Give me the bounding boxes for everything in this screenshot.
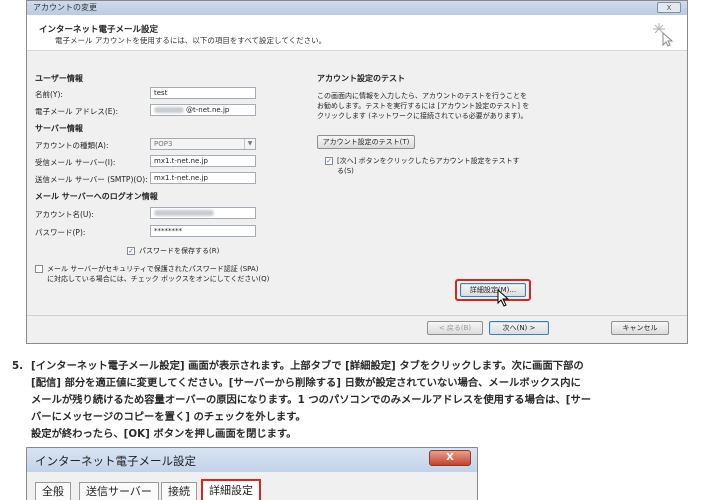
account-type-select[interactable]: POP3 ▼: [150, 138, 256, 150]
logon-info-heading: メール サーバーへのログオン情報: [35, 192, 158, 201]
incoming-server-label: 受信メール サーバー(I):: [35, 158, 116, 167]
spa-label-2: に対応している場合には、チェック ボックスをオンにしてください(Q): [47, 275, 270, 283]
incoming-server-field[interactable]: mx1.t-net.ne.jp: [150, 155, 256, 167]
dialog-titlebar: アカウントの変更 X: [27, 1, 687, 15]
test-account-button[interactable]: アカウント設定のテスト(T): [317, 135, 415, 149]
spa-checkbox[interactable]: [35, 265, 43, 273]
spa-label-1: メール サーバーがセキュリティで保護されたパスワード認証 (SPA): [47, 265, 259, 273]
redacted-mask: [154, 210, 214, 216]
more-settings-button[interactable]: 詳細設定(M)...: [460, 283, 526, 297]
save-password-label: パスワードを保存する(R): [139, 247, 220, 255]
test-on-next-label-1: [次へ] ボタンをクリックしたらアカウント設定をテストす: [337, 157, 520, 165]
email-field[interactable]: @t-net.ne.jp: [150, 104, 256, 116]
test-on-next-checkbox[interactable]: ✓: [325, 157, 333, 165]
chevron-down-icon: ▼: [244, 139, 255, 149]
password-field[interactable]: ********: [150, 225, 256, 237]
server-info-heading: サーバー情報: [35, 124, 83, 133]
dialog-title: アカウントの変更: [33, 3, 97, 12]
password-label: パスワード(P):: [35, 228, 86, 237]
tab-connection[interactable]: 接続: [161, 482, 197, 500]
instruction-line: 設定が終わったら、[OK] ボタンを押し画面を閉じます。: [31, 428, 297, 440]
account-name-field[interactable]: [150, 207, 256, 219]
cancel-button[interactable]: キャンセル: [611, 321, 669, 335]
close-button[interactable]: X: [429, 450, 471, 466]
instruction-line: バーにメッセージのコピーを置く] のチェックを外します。: [31, 411, 306, 423]
dialog-header: インターネット電子メール設定 電子メール アカウントを使用するには、以下の項目を…: [27, 15, 687, 51]
outgoing-server-label: 送信メール サーバー (SMTP)(O):: [35, 175, 148, 184]
account-name-label: アカウント名(U):: [35, 210, 94, 219]
redacted-mask: [154, 107, 184, 113]
email-label: 電子メール アドレス(E):: [35, 107, 119, 116]
header-subtitle: 電子メール アカウントを使用するには、以下の項目をすべて設定してください。: [55, 36, 327, 45]
account-dialog-screenshot: アカウントの変更 X インターネット電子メール設定 電子メール アカウントを使用…: [26, 0, 688, 344]
close-button[interactable]: X: [657, 2, 681, 13]
settings-title: インターネット電子メール設定: [35, 454, 196, 468]
footer-divider: [27, 315, 687, 316]
name-label: 名前(Y):: [35, 90, 63, 99]
test-settings-heading: アカウント設定のテスト: [317, 74, 405, 83]
mouse-pointer-icon: [497, 289, 510, 307]
tab-advanced[interactable]: 詳細設定: [201, 479, 261, 500]
tab-general[interactable]: 全般: [35, 482, 71, 500]
settings-titlebar: インターネット電子メール設定 X: [27, 448, 477, 472]
internet-mail-settings-screenshot: インターネット電子メール設定 X 全般 送信サーバー 接続 詳細設定: [26, 447, 478, 500]
instruction-line: [インターネット電子メール設定] 画面が表示されます。上部タブで [詳細設定] …: [31, 360, 584, 372]
next-button[interactable]: 次へ(N) >: [489, 321, 549, 335]
account-type-label: アカウントの種類(A):: [35, 141, 109, 150]
outgoing-server-field[interactable]: mx1.t-net.ne.jp: [150, 172, 256, 184]
tab-strip: 全般 送信サーバー 接続 詳細設定: [27, 472, 477, 500]
header-title: インターネット電子メール設定: [39, 25, 159, 35]
test-on-next-label-2: る(S): [337, 167, 354, 175]
dialog-body: ユーザー情報 名前(Y): test 電子メール アドレス(E): @t-net…: [27, 51, 687, 343]
tab-outgoing-server[interactable]: 送信サーバー: [79, 482, 159, 500]
save-password-checkbox[interactable]: ✓: [127, 247, 135, 255]
instruction-line: メールが残り続けるため容量オーバーの原因になります。1 つのパソコンでのみメール…: [31, 394, 592, 406]
step-number: 5.: [12, 360, 24, 372]
name-field[interactable]: test: [150, 87, 256, 99]
sparkle-cursor-icon: [653, 23, 674, 47]
step-instructions: 5. [インターネット電子メール設定] 画面が表示されます。上部タブで [詳細設…: [12, 358, 712, 443]
user-info-heading: ユーザー情報: [35, 74, 83, 83]
instruction-line: [配信] 部分を適正値に変更してください。[サーバーから削除する] 日数が設定さ…: [31, 377, 581, 389]
test-description: この画面内に情報を入力したら、アカウントのテストを行うことを お勧めします。テス…: [317, 92, 530, 120]
back-button[interactable]: < 戻る(B): [427, 321, 483, 335]
